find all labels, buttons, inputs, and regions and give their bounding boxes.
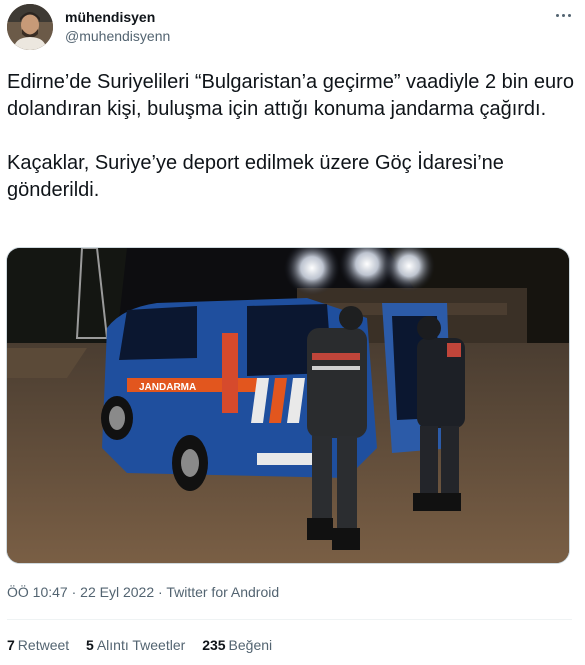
avatar-image: [7, 4, 53, 50]
tweet-paragraph: Edirne’de Suriyelileri “Bulgaristan’a ge…: [7, 71, 574, 120]
quotes-label: Alıntı Tweetler: [96, 637, 186, 653]
tweet-date[interactable]: 22 Eyl 2022: [80, 584, 154, 600]
quotes-stat[interactable]: 5 Alıntı Tweetler: [86, 637, 185, 653]
more-options-icon[interactable]: [552, 4, 574, 26]
meta-separator: ·: [67, 584, 81, 600]
likes-label: Beğeni: [228, 637, 273, 653]
divider: [7, 619, 572, 620]
van-jandarma-text: JANDARMA: [139, 382, 196, 393]
quotes-count: 5: [86, 637, 94, 653]
tweet-stats: 7 Retweet 5 Alıntı Tweetler 235 Beğeni: [7, 637, 285, 653]
display-name[interactable]: mühendisyen: [65, 9, 155, 25]
likes-stat[interactable]: 235 Beğeni: [202, 637, 272, 653]
retweets-stat[interactable]: 7 Retweet: [7, 637, 69, 653]
tweet-photo[interactable]: JANDARMA: [6, 247, 570, 564]
tweet-time[interactable]: ÖÖ 10:47: [7, 584, 68, 600]
tweet-paragraph: Kaçaklar, Suriye’ye deport edilmek üzere…: [7, 152, 504, 201]
photo-jandarma-van-night: JANDARMA: [7, 248, 569, 563]
tweet-source[interactable]: Twitter for Android: [166, 584, 279, 600]
tweet-meta: ÖÖ 10:47 · 22 Eyl 2022 · Twitter for And…: [7, 584, 279, 600]
avatar[interactable]: [7, 4, 53, 50]
likes-count: 235: [202, 637, 226, 653]
retweets-count: 7: [7, 637, 15, 653]
tweet-text: Edirne’de Suriyelileri “Bulgaristan’a ge…: [7, 69, 579, 204]
tweet: mühendisyen @muhendisyenn Edirne’de Suri…: [0, 0, 585, 665]
retweets-label: Retweet: [17, 637, 70, 653]
meta-separator: ·: [154, 584, 167, 600]
user-handle[interactable]: @muhendisyenn: [65, 28, 170, 44]
